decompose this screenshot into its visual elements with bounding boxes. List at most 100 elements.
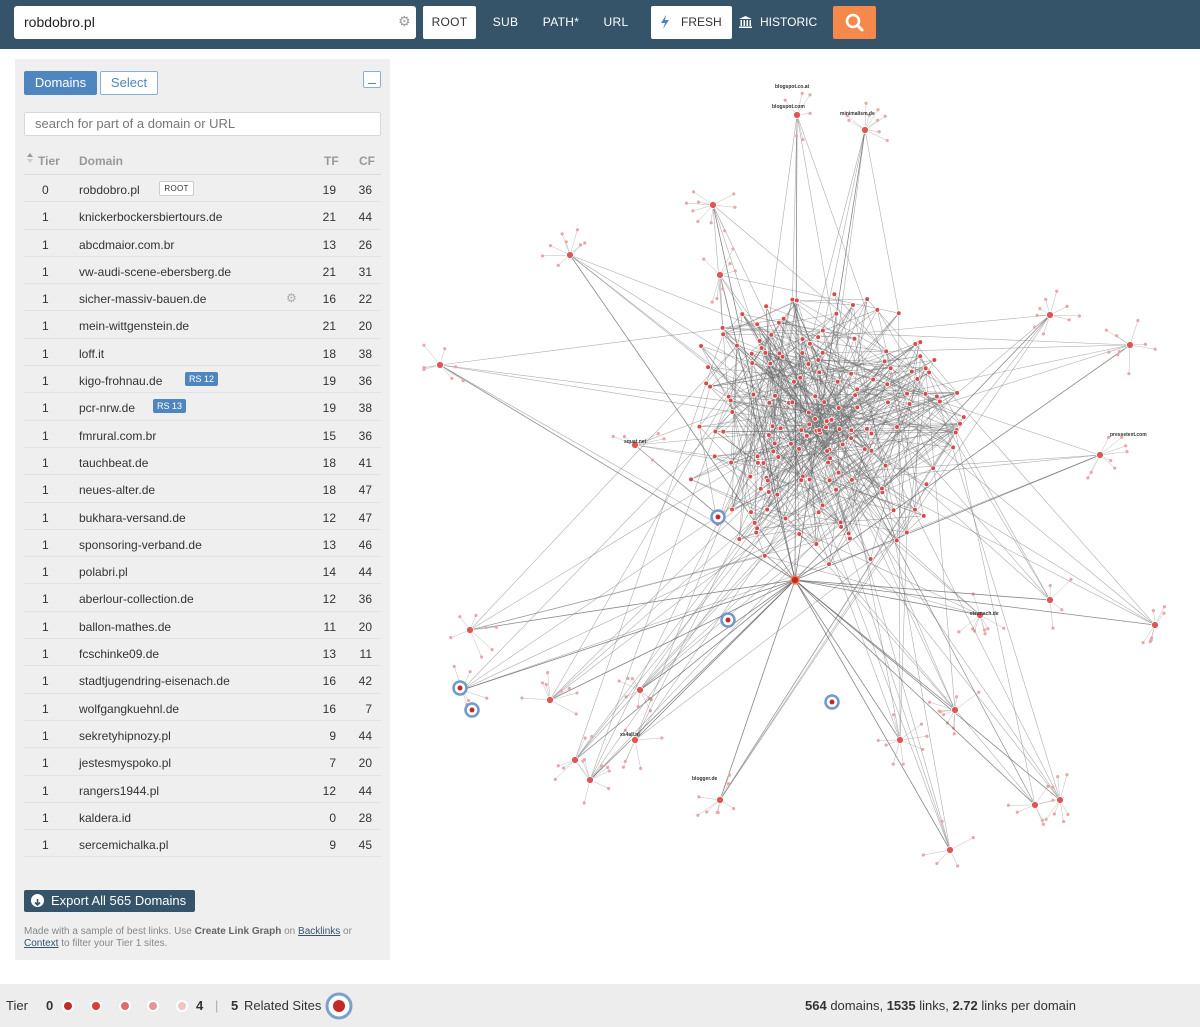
row-domain[interactable]: loff.it	[79, 347, 104, 361]
table-row[interactable]: 1 vw-audi-scene-ebersberg.de 21 31	[24, 257, 381, 285]
table-row[interactable]: 1 rangers1944.pl 12 44	[24, 776, 381, 803]
table-row[interactable]: 1 mein-wittgenstein.de 21 20	[24, 311, 381, 339]
table-row[interactable]: 1 abcdmaior.com.br 13 26	[24, 230, 381, 257]
row-domain[interactable]: mein-wittgenstein.de	[79, 319, 189, 333]
row-cf: 44	[358, 210, 372, 225]
tier-0-dot[interactable]	[62, 1000, 74, 1012]
mode-root-button[interactable]: ROOT	[423, 6, 476, 39]
table-row[interactable]: 1 sercemichalka.pl 9 45	[24, 830, 381, 858]
gear-icon[interactable]: ⚙	[286, 291, 297, 305]
row-cf: 28	[358, 810, 372, 825]
table-row[interactable]: 1 loff.it 18 38	[24, 339, 381, 367]
tier-4-dot[interactable]	[176, 1000, 188, 1012]
gear-icon[interactable]: ⚙	[398, 14, 412, 28]
related-site-node[interactable]	[710, 509, 726, 525]
related-site-node[interactable]	[824, 694, 840, 710]
table-row[interactable]: 1 tauchbeat.de 18 41	[24, 448, 381, 476]
domain-filter-input[interactable]: search for part of a domain or URL	[24, 112, 381, 136]
row-tf: 19	[322, 374, 336, 389]
related-site-node[interactable]	[452, 680, 468, 696]
row-domain[interactable]: neues-alter.de	[79, 483, 155, 497]
mode-path-button[interactable]: PATH*	[534, 6, 588, 39]
row-domain[interactable]: tauchbeat.de	[79, 456, 148, 470]
table-row[interactable]: 1 neues-alter.de 18 47	[24, 475, 381, 503]
row-domain[interactable]: sicher-massiv-bauen.de	[79, 292, 206, 306]
col-cf[interactable]: CF	[359, 154, 375, 168]
row-domain[interactable]: sponsoring-verband.de	[79, 538, 202, 552]
row-domain[interactable]: sekretyhipnozy.pl	[79, 729, 171, 743]
row-domain[interactable]: jestesmyspoko.pl	[79, 756, 171, 770]
export-button[interactable]: Export All 565 Domains	[24, 890, 195, 912]
row-domain[interactable]: kigo-frohnau.de	[79, 374, 162, 388]
row-cf: 20	[358, 619, 372, 634]
tier-3-dot[interactable]	[147, 1000, 159, 1012]
row-domain[interactable]: rangers1944.pl	[79, 784, 159, 798]
tier-1-dot[interactable]	[90, 1000, 102, 1012]
row-tf: 21	[322, 210, 336, 225]
row-cf: 44	[358, 783, 372, 798]
sort-icon[interactable]	[26, 152, 34, 167]
related-site-node[interactable]	[464, 702, 480, 718]
table-row[interactable]: 1 polabri.pl 14 44	[24, 557, 381, 585]
related-sites-icon[interactable]	[325, 992, 353, 1020]
row-domain[interactable]: wolfgangkuehnl.de	[79, 702, 179, 716]
row-domain[interactable]: abcdmaior.com.br	[79, 238, 174, 252]
table-row[interactable]: 1 sicher-massiv-bauen.de 16 22 ⚙	[24, 284, 381, 312]
row-domain[interactable]: sercemichalka.pl	[79, 838, 168, 852]
table-row[interactable]: 1 sponsoring-verband.de 13 46	[24, 530, 381, 558]
row-domain[interactable]: fmrural.com.br	[79, 429, 156, 443]
domain-search-input[interactable]: robdobro.pl ⚙	[14, 6, 416, 39]
context-link[interactable]: Context	[24, 938, 58, 949]
table-row[interactable]: 1 aberlour-collection.de 12 36	[24, 584, 381, 612]
table-row[interactable]: 1 sekretyhipnozy.pl 9 44	[24, 721, 381, 749]
table-row[interactable]: 1 fcschinke09.de 13 11	[24, 639, 381, 667]
tab-select[interactable]: Select	[100, 71, 158, 95]
col-tf[interactable]: TF	[324, 154, 339, 168]
row-domain[interactable]: aberlour-collection.de	[79, 592, 194, 606]
row-tier: 1	[42, 237, 49, 252]
row-domain[interactable]: stadtjugendring-eisenach.de	[79, 674, 230, 688]
backlinks-link[interactable]: Backlinks	[298, 926, 340, 937]
minimize-button[interactable]	[363, 71, 381, 88]
row-domain[interactable]: vw-audi-scene-ebersberg.de	[79, 265, 231, 279]
historic-button[interactable]: HISTORIC	[737, 6, 827, 39]
table-row[interactable]: 1 pcr-nrw.de 19 38 RS 13	[24, 393, 381, 421]
table-row[interactable]: 1 jestesmyspoko.pl 7 20	[24, 748, 381, 776]
related-count: 5	[231, 998, 239, 1013]
row-domain[interactable]: pcr-nrw.de	[79, 401, 135, 415]
row-tf: 19	[322, 401, 336, 416]
row-domain[interactable]: ballon-mathes.de	[79, 620, 171, 634]
table-row[interactable]: 1 knickerbockersbiertours.de 21 44	[24, 202, 381, 230]
row-domain[interactable]: bukhara-versand.de	[79, 511, 186, 525]
col-tier[interactable]: Tier	[38, 154, 60, 168]
related-site-node[interactable]	[720, 612, 736, 628]
row-tf: 16	[322, 292, 336, 307]
table-row[interactable]: 1 kaldera.id 0 28	[24, 803, 381, 831]
tier-2-dot[interactable]	[119, 1000, 131, 1012]
table-row[interactable]: 1 kigo-frohnau.de 19 36 RS 12	[24, 366, 381, 394]
col-domain[interactable]: Domain	[79, 154, 123, 168]
row-tier: 1	[42, 701, 49, 716]
mode-url-button[interactable]: URL	[592, 6, 640, 39]
mode-sub-button[interactable]: SUB	[482, 6, 529, 39]
rs-badge[interactable]: RS 13	[153, 399, 187, 414]
row-tf: 18	[322, 455, 336, 470]
row-cf: 7	[365, 701, 372, 716]
search-go-button[interactable]	[833, 6, 876, 39]
table-row[interactable]: 1 ballon-mathes.de 11 20	[24, 612, 381, 640]
link-graph[interactable]: blogspot.com blogspot.co.at squat.net press…	[420, 60, 1190, 965]
table-row[interactable]: 1 stadtjugendring-eisenach.de 16 42	[24, 666, 381, 694]
row-domain[interactable]: kaldera.id	[79, 811, 131, 825]
table-row[interactable]: 1 fmrural.com.br 15 36	[24, 421, 381, 448]
fresh-button[interactable]: FRESH	[651, 6, 732, 39]
search-value[interactable]: robdobro.pl	[24, 14, 95, 30]
row-domain[interactable]: fcschinke09.de	[79, 647, 159, 661]
table-row[interactable]: 1 wolfgangkuehnl.de 16 7	[24, 694, 381, 721]
row-domain[interactable]: knickerbockersbiertours.de	[79, 210, 222, 224]
tab-domains[interactable]: Domains	[24, 71, 97, 95]
table-row[interactable]: 1 bukhara-versand.de 12 47	[24, 503, 381, 530]
row-domain[interactable]: robdobro.pl	[79, 183, 140, 197]
rs-badge[interactable]: RS 12	[185, 372, 219, 387]
table-row[interactable]: 0 robdobro.pl 19 36 ROOT	[24, 175, 381, 203]
row-domain[interactable]: polabri.pl	[79, 565, 128, 579]
